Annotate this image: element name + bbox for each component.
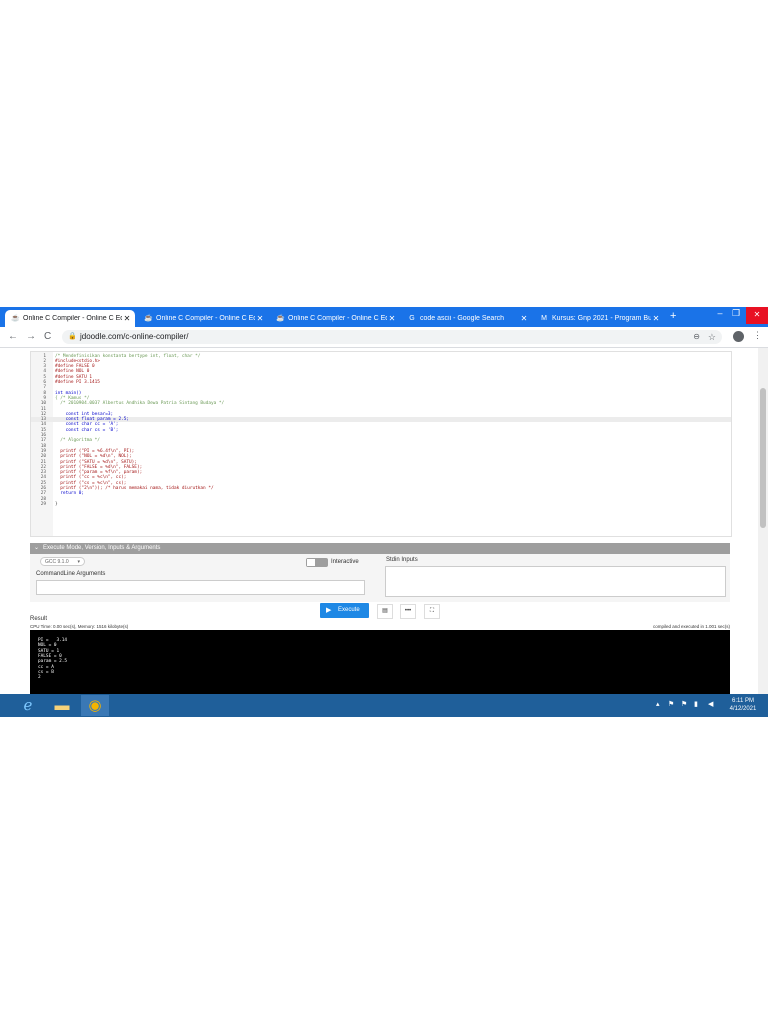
back-button[interactable]: ← [8, 331, 18, 342]
lock-icon: 🔒 [68, 333, 77, 340]
tab-jdoodle-3[interactable]: ☕ Online C Compiler - Online C Ed ✕ [270, 310, 400, 327]
line-number: 29 [40, 501, 46, 507]
moodle-icon: M [541, 314, 547, 322]
forward-button[interactable]: → [26, 331, 36, 342]
save-file-button[interactable]: ▤ [377, 604, 393, 619]
file-explorer-icon[interactable]: ▬ [48, 695, 76, 716]
tab-jdoodle-2[interactable]: ☕ Online C Compiler - Online C Ed ✕ [138, 310, 268, 327]
more-options-button[interactable]: ••• [400, 604, 416, 619]
tab-close-icon[interactable]: ✕ [651, 314, 661, 323]
compiler-version-select[interactable]: GCC 9.1.0 ▾ [40, 557, 85, 566]
stdin-label: Stdin Inputs [386, 557, 418, 563]
tray-expand-icon[interactable]: ▴ [656, 700, 660, 708]
code-editor[interactable]: 1/* Mendefinisikan konstanta bertype int… [30, 351, 732, 537]
interactive-label: Interactive [331, 559, 359, 565]
tab-kursus[interactable]: M Kursus: Gnp 2021 - Program Bu ✕ [534, 310, 664, 327]
tab-close-icon[interactable]: ✕ [122, 314, 132, 323]
network-icon[interactable]: ▮ [694, 700, 698, 708]
page-scrollbar[interactable] [758, 348, 768, 694]
bookmark-star-icon[interactable]: ☆ [708, 330, 716, 344]
cpu-info: CPU Time: 0.00 sec(s), Memory: 1516 kilo… [30, 624, 129, 629]
output-line: 2 [38, 675, 41, 681]
system-clock[interactable]: 6:11 PM 4/12/2021 [722, 697, 764, 713]
address-bar[interactable]: 🔒 jdoodle.com/c-online-compiler/ ⊖ ☆ [62, 330, 722, 344]
fullscreen-button[interactable]: ⛶ [424, 604, 440, 619]
tab-google-search[interactable]: G code ascii - Google Search ✕ [402, 310, 532, 327]
security-icon[interactable]: ⚑ [681, 700, 687, 708]
window-close-button[interactable]: ✕ [746, 307, 768, 324]
cmd-args-label: CommandLine Arguments [36, 571, 106, 577]
jdoodle-icon: ☕ [276, 314, 285, 322]
maximize-button[interactable]: ❐ [726, 308, 746, 319]
tab-jdoodle-1[interactable]: ☕ Online C Compiler - Online C Ed ✕ [5, 310, 135, 327]
internet-explorer-icon[interactable]: ℯ [14, 695, 42, 716]
options-accordion-header[interactable]: ⌄ Execute Mode, Version, Inputs & Argumen… [30, 543, 730, 554]
tab-close-icon[interactable]: ✕ [387, 314, 397, 323]
chrome-icon[interactable]: ◉ [81, 695, 109, 716]
zoom-icon[interactable]: ⊖ [693, 330, 700, 344]
profile-avatar-icon[interactable] [733, 331, 744, 342]
browser-tab-strip: ☕ Online C Compiler - Online C Ed ✕ ☕ On… [0, 307, 768, 327]
jdoodle-icon: ☕ [11, 314, 20, 322]
cmd-args-input[interactable] [36, 580, 365, 595]
compiled-info: compiled and executed in 1.001 sec(s) [652, 624, 730, 629]
browser-menu-icon[interactable]: ⋮ [753, 330, 762, 341]
jdoodle-icon: ☕ [144, 314, 153, 322]
browser-toolbar: ← → C 🔒 jdoodle.com/c-online-compiler/ ⊖… [0, 327, 768, 348]
tab-close-icon[interactable]: ✕ [255, 314, 265, 323]
dropdown-caret-icon: ▾ [77, 559, 80, 565]
interactive-toggle[interactable] [306, 558, 328, 567]
stdin-input[interactable] [385, 566, 726, 597]
new-tab-button[interactable]: + [670, 310, 676, 322]
options-panel: GCC 9.1.0 ▾ CommandLine Arguments Intera… [30, 554, 730, 602]
google-icon: G [409, 314, 415, 322]
chevron-down-icon: ⌄ [34, 545, 40, 551]
windows-taskbar: ℯ ▬ ◉ ▴ ⚑ ⚑ ▮ ◀ 6:11 PM 4/12/2021 [0, 694, 768, 717]
action-center-flag-icon[interactable]: ⚑ [668, 700, 674, 708]
execute-button[interactable]: ▶ Execute [320, 603, 369, 618]
code-line[interactable]: 29} [31, 502, 731, 507]
play-icon: ▶ [326, 607, 332, 614]
tab-close-icon[interactable]: ✕ [519, 314, 529, 323]
scrollbar-thumb[interactable] [760, 388, 766, 528]
url-text: jdoodle.com/c-online-compiler/ [80, 332, 189, 341]
result-label: Result [30, 616, 48, 622]
reload-button[interactable]: C [44, 331, 51, 342]
page-content: 1/* Mendefinisikan konstanta bertype int… [0, 348, 758, 694]
volume-icon[interactable]: ◀ [708, 700, 713, 708]
output-console: PI = 3.14 NOL = 0 SATU = 1 FALSE = 0 param =… [30, 630, 730, 694]
screenshot: ☕ Online C Compiler - Online C Ed ✕ ☕ On… [0, 307, 768, 717]
code-text: } [55, 501, 58, 507]
